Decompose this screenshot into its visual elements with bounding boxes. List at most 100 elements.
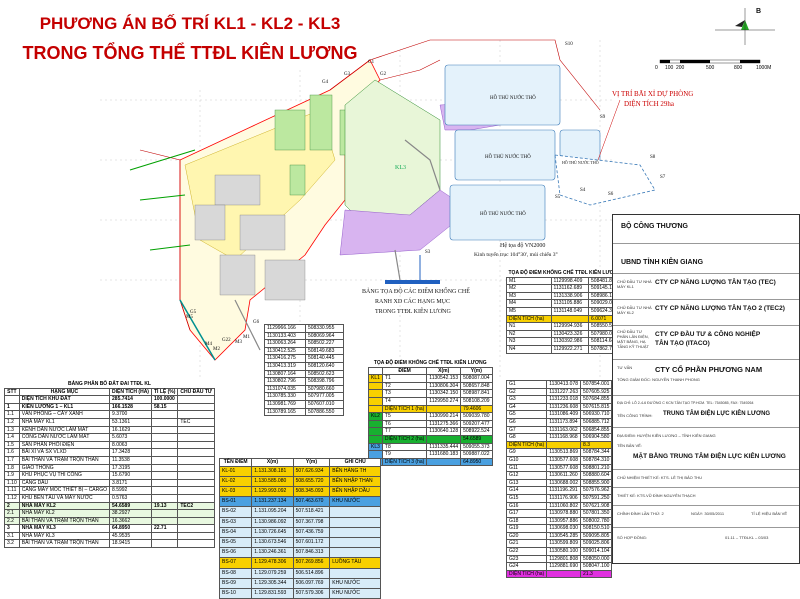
kl-cell: T5 [381,412,428,421]
land-table-row: 1.6 BÃI XỈ VÀ SX VLXD 17.3428 [4,448,216,457]
kl2-cell: 1130423.326 [550,329,590,339]
coord-cell: BS-04 [218,526,253,539]
coord-cell: BS-05 [218,537,253,549]
land-cell [150,478,179,488]
sheet-caption: SỐ HỢP ĐỒNG: [617,535,648,540]
coord-cell: 1.131.237.134 [251,496,294,508]
kl2-cell: N4 [506,344,552,354]
kl3-cell: 1131163.062 [546,425,582,435]
kl-row: T9 1131680.183 509887.022 [368,450,493,459]
coord-row: KL-01 1.131.308.181 507.626.934 BẾN HÀNG TH [218,465,381,477]
point-s5: S5 [555,195,561,200]
land-table-row: 3.2 BÃI THAN VÀ TRẠM TRỘN THAN 18.9415 [4,539,216,549]
point-g6: G6 [253,320,260,325]
land-col-stt: STT [4,387,20,397]
land-cell: 3 [4,524,20,533]
land-cell [150,539,179,549]
kl-cell: 64.8950 [460,457,493,467]
land-cell: 22.71 [150,524,179,533]
tec-cell: 507980.660 [304,384,345,394]
land-cell: 166.1528 [109,402,152,412]
coord-cell: 1.130.986.092 [251,516,294,528]
kl2-row: M4 1131105.886 509029.060 [506,299,624,308]
owner2-name: CTY CP NĂNG LƯỢNG TÂN TẠO 2 (TEC2) [655,305,785,312]
tec-row: 1130785.330 507977.005 [264,392,345,401]
kl3-cell: G15 [505,493,548,503]
coord-cell: KHU NƯỚC [329,496,381,508]
land-cell [177,509,216,518]
kl-cell [368,381,383,391]
kl3-cell: 1129801.808 [546,554,582,564]
land-col-item: HẠNG MỤC [18,387,111,397]
tec-cell: 1129966.166 [264,324,306,333]
land-col-ratio: TỈ LỆ (%) [150,387,179,397]
land-cell [150,509,179,518]
point-s7: S7 [660,175,666,180]
land-cell: 1.1 [4,410,20,419]
land-cell [177,516,216,526]
kl3-cell: 1130688.002 [546,478,582,488]
land-cell [177,455,216,465]
coord-cell: BS-03 [218,516,253,528]
coord-cell: 1.131.095.204 [251,506,294,518]
kl-row: DIỆN TÍCH 3 (ha) 64.8950 [368,457,493,467]
land-cell: 3.8171 [109,478,152,488]
tec-cell: 1130412.525 [264,346,306,356]
coord-cell: 507.579.306 [292,588,331,599]
coord-cell: KHU NƯỚC [329,588,381,599]
coord-cell: BS-01 [218,496,253,508]
coord-cell: 507.601.172 [292,537,331,549]
scale-label-800: 800 [734,65,743,71]
tec-row: 1130416.275 508140.445 [264,354,345,363]
kl-cell: DIỆN TÍCH 1 (ha) [381,404,428,414]
land-cell: 15.6790 [109,471,152,480]
kl-cell: 1131680.183 [426,450,462,459]
kl3-row: G3 1131233.018 507684.855 [505,395,613,404]
land-cell: 1.2 [4,417,20,427]
kl3-cell: G9 [505,448,548,457]
kl3-cell: 1130957.886 [546,516,582,526]
kl-cell: T8 [381,442,428,452]
point-s10: S10 [565,42,573,47]
tec-row: 1130413.319 508120.640 [264,361,345,371]
kl-col-point: ĐIỂM [381,366,428,376]
land-cell [150,516,179,526]
kl3-cell: DIỆN TÍCH (ha) [505,440,548,450]
kl-cell: 79.4606 [460,404,493,414]
landfill-label-2: DIỆN TÍCH 29ha [624,100,675,108]
land-table-row: 1.7 BÃI THAN VÀ TRẠM TRỘN THAN 11.3538 [4,455,216,465]
coord-cell: 1.130.585.080 [251,475,294,488]
kl-cell: 1130342.150 [426,389,462,398]
point-s4: S4 [580,188,586,193]
land-cell [177,410,216,419]
kl-table-title: TỌA ĐỘ ĐIỂM KHỐNG CHẾ TTĐL KIÊN LƯƠNG [373,360,487,366]
project-caption: TÊN CÔNG TRÌNH: [617,413,653,418]
kl3-cell: DIỆN TÍCH (ha) [505,569,548,579]
land-cell [150,531,179,541]
intake-channel [385,280,440,284]
consultant-caption: TƯ VẤN [617,365,633,370]
coord-row: BS-04 1.130.726.645 507.436.759 [218,526,381,539]
tec-row: 1131074.035 507980.660 [264,384,345,394]
kl2-row: M2 1131162.689 509145.180 [506,284,624,293]
coord-cell [329,516,381,528]
land-cell [150,471,179,480]
land-cell: 8.0063 [109,440,152,450]
kl3-row: G8 1131168.968 506904.580 [505,433,613,442]
kl3-cell: 507591.250 [580,493,613,503]
kl3-cell: 507605.925 [580,387,613,397]
kl-cell: 509055.373 [460,442,493,452]
revision-label: CHỈNH ĐÍNH LẦN THỨ: 2 [617,511,664,516]
kl-cell [368,389,383,398]
kl3-cell: G18 [505,516,548,526]
land-cell [177,524,216,533]
land-cell: 2.2 [4,516,20,526]
kl2-row: N4 1129922.271 507862.750 [506,344,624,354]
land-cell [150,493,179,503]
kl2-cell: M3 [506,291,552,301]
kl3-cell: G3 [505,395,548,404]
kl3-cell: G24 [505,562,548,571]
kl3-cell: 8.3 [580,440,613,450]
kl3-row: G19 1130698.030 508150.510 [505,524,613,533]
kl3-cell: G17 [505,509,548,518]
